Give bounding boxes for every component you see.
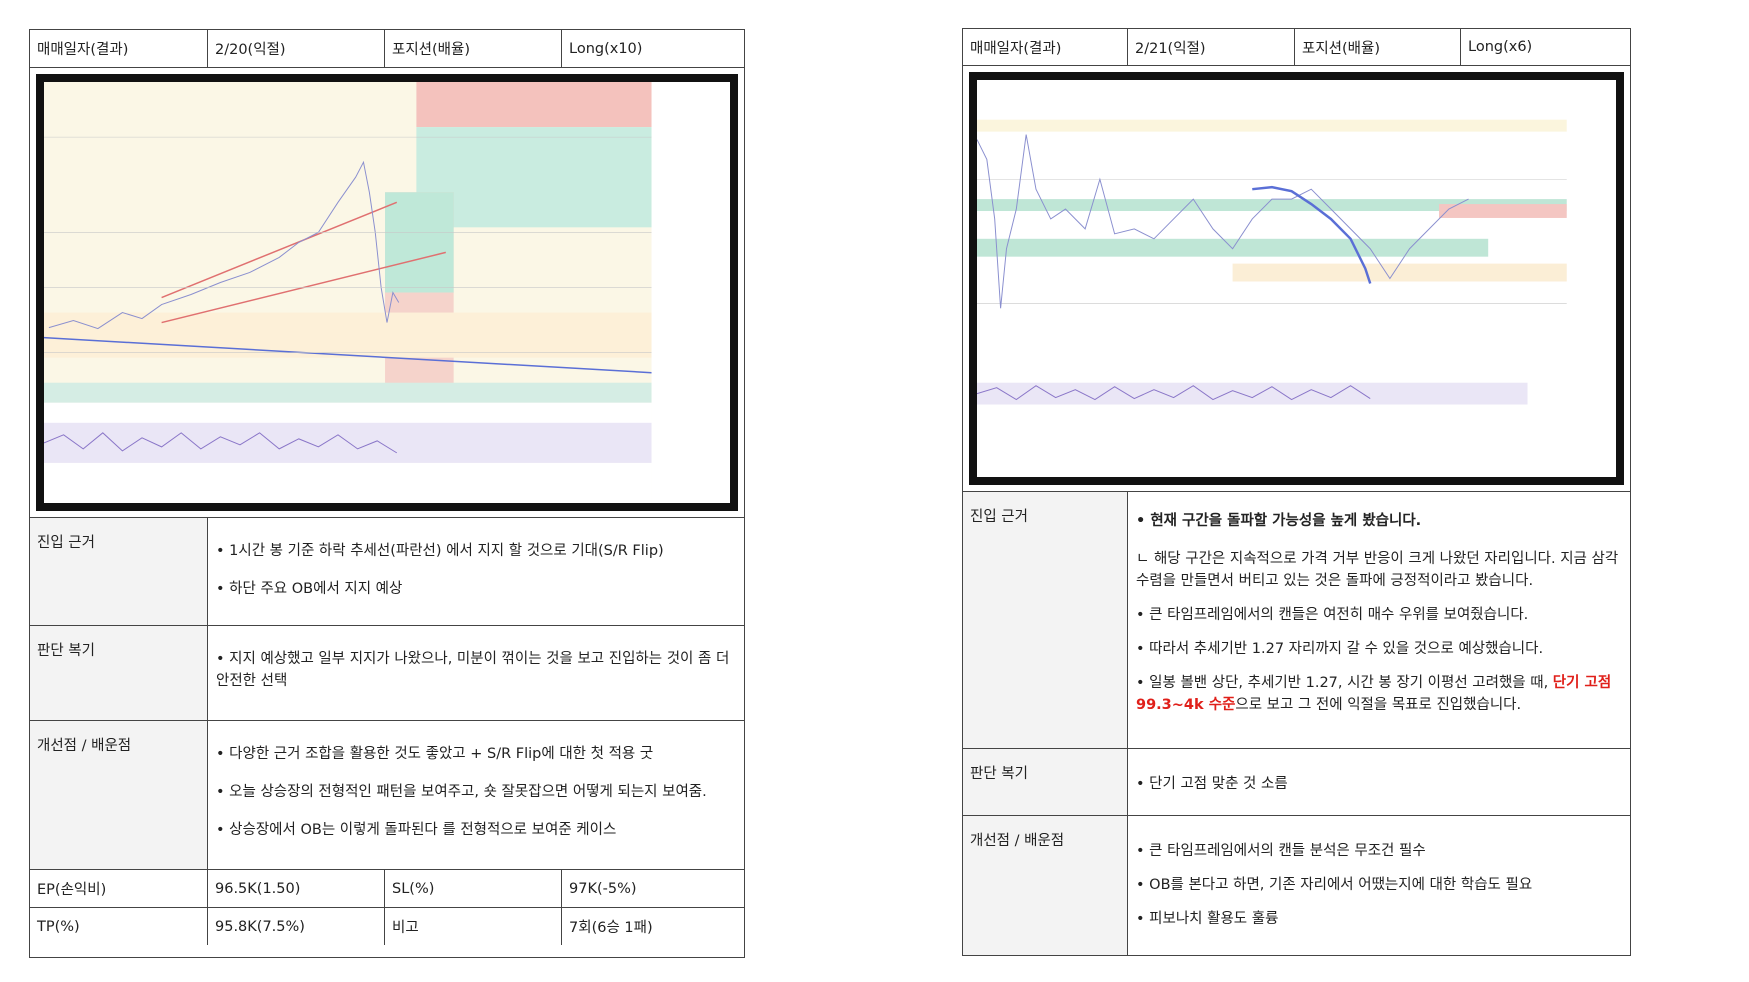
review-row: 판단 복기 • 단기 고점 맞춘 것 소름 [963,749,1630,816]
entry-basis-item-text: 으로 보고 그 전에 익절을 목표로 진입했습니다. [1235,697,1522,713]
review-content: • 지지 예상했고 일부 지지가 나왔으나, 미분이 꺾이는 것을 보고 진입하… [208,626,744,720]
date-label: 매매일자(결과) [963,29,1128,65]
ep-value: 96.5K(1.50) [208,870,385,907]
tp-note-row: TP(%) 95.8K(7.5%) 비고 7회(6승 1패) [30,908,744,945]
entry-basis-label: 진입 근거 [963,492,1128,748]
entry-basis-item: ㄴ 해당 구간은 지속적으로 가격 거부 반응이 크게 나왔던 자리입니다. 지… [1136,551,1619,589]
review-content: • 단기 고점 맞춘 것 소름 [1128,749,1630,815]
entry-basis-content: • 현재 구간을 돌파할 가능성을 높게 봤습니다. ㄴ 해당 구간은 지속적으… [1128,492,1630,748]
sl-label: SL(%) [385,870,562,907]
ep-sl-row: EP(손익비) 96.5K(1.50) SL(%) 97K(-5%) [30,870,744,908]
entry-basis-item: • 1시간 봉 기준 하락 추세선(파란선) 에서 지지 할 것으로 기대(S/… [216,543,664,559]
lessons-item: • 피보나치 활용도 훌륭 [1136,911,1279,927]
review-item: • 단기 고점 맞춘 것 소름 [1136,776,1288,792]
lessons-content: • 큰 타임프레임에서의 캔들 분석은 무조건 필수 • OB를 본다고 하면,… [1128,816,1630,955]
date-value: 2/21(익절) [1128,29,1295,65]
chart-frame [36,74,738,511]
trading-chart-image [44,82,730,503]
position-label: 포지션(배율) [385,30,562,67]
entry-basis-row: 진입 근거 • 1시간 봉 기준 하락 추세선(파란선) 에서 지지 할 것으로… [30,518,744,626]
position-value: Long(x10) [569,40,643,57]
lessons-label: 개선점 / 배운점 [30,721,208,869]
lessons-label: 개선점 / 배운점 [963,816,1128,955]
entry-basis-item: • 현재 구간을 돌파할 가능성을 높게 봤습니다. [1136,513,1422,529]
entry-basis-item: • 하단 주요 OB에서 지지 예상 [216,581,403,597]
header-row: 매매일자(결과) 2/21(익절) 포지션(배율) Long(x6) [963,29,1630,66]
position-value: Long(x6) [1468,39,1533,55]
position-label: 포지션(배율) [1295,29,1461,65]
review-label: 판단 복기 [30,626,208,720]
chart-frame [969,72,1624,485]
lessons-content: • 다양한 근거 조합을 활용한 것도 좋았고 + S/R Flip에 대한 첫… [208,721,744,869]
lessons-row: 개선점 / 배운점 • 다양한 근거 조합을 활용한 것도 좋았고 + S/R … [30,721,744,870]
entry-basis-content: • 1시간 봉 기준 하락 추세선(파란선) 에서 지지 할 것으로 기대(S/… [208,518,744,625]
entry-basis-item: • 큰 타임프레임에서의 캔들은 여전히 매수 우위를 보여줬습니다. [1136,607,1529,623]
lessons-row: 개선점 / 배운점 • 큰 타임프레임에서의 캔들 분석은 무조건 필수 • O… [963,816,1630,955]
review-item: • 지지 예상했고 일부 지지가 나왔으나, 미분이 꺾이는 것을 보고 진입하… [216,651,730,689]
entry-basis-item: • 따라서 추세기반 1.27 자리까지 갈 수 있을 것으로 예상했습니다. [1136,641,1544,657]
header-row: 매매일자(결과) 2/20(익절) 포지션(배율) Long(x10) [30,30,744,68]
trade-journal-right: 매매일자(결과) 2/21(익절) 포지션(배율) Long(x6) 진입 근거… [962,28,1631,956]
tp-value: 95.8K(7.5%) [208,908,385,945]
sl-value: 97K(-5%) [569,880,637,897]
date-label: 매매일자(결과) [30,30,208,67]
date-value: 2/20(익절) [208,30,385,67]
entry-basis-item: • 일봉 볼밴 상단, 추세기반 1.27, 시간 봉 장기 이평선 고려했을 … [1136,672,1623,716]
entry-basis-row: 진입 근거 • 현재 구간을 돌파할 가능성을 높게 봤습니다. ㄴ 해당 구간… [963,492,1630,749]
chart-screenshot [30,68,744,518]
note-value: 7회(6승 1패) [569,920,653,936]
review-label: 판단 복기 [963,749,1128,815]
trading-chart-image [977,80,1616,477]
chart-screenshot [963,66,1630,492]
trade-journal-left: 매매일자(결과) 2/20(익절) 포지션(배율) Long(x10) 진입 근… [29,29,745,958]
entry-basis-label: 진입 근거 [30,518,208,625]
ep-label: EP(손익비) [30,870,208,907]
entry-basis-item-text: • 일봉 볼밴 상단, 추세기반 1.27, 시간 봉 장기 이평선 고려했을 … [1136,675,1553,691]
tp-label: TP(%) [30,908,208,945]
lessons-item: • 상승장에서 OB는 이렇게 돌파된다 를 전형적으로 보여준 케이스 [216,822,617,838]
lessons-item: • 큰 타임프레임에서의 캔들 분석은 무조건 필수 [1136,843,1426,859]
note-label: 비고 [385,908,562,945]
lessons-item: • 다양한 근거 조합을 활용한 것도 좋았고 + S/R Flip에 대한 첫… [216,746,654,762]
review-row: 판단 복기 • 지지 예상했고 일부 지지가 나왔으나, 미분이 꺾이는 것을 … [30,626,744,721]
lessons-item: • OB를 본다고 하면, 기존 자리에서 어땠는지에 대한 학습도 필요 [1136,877,1533,893]
lessons-item: • 오늘 상승장의 전형적인 패턴을 보여주고, 숏 잘못잡으면 어떻게 되는지… [216,784,707,800]
